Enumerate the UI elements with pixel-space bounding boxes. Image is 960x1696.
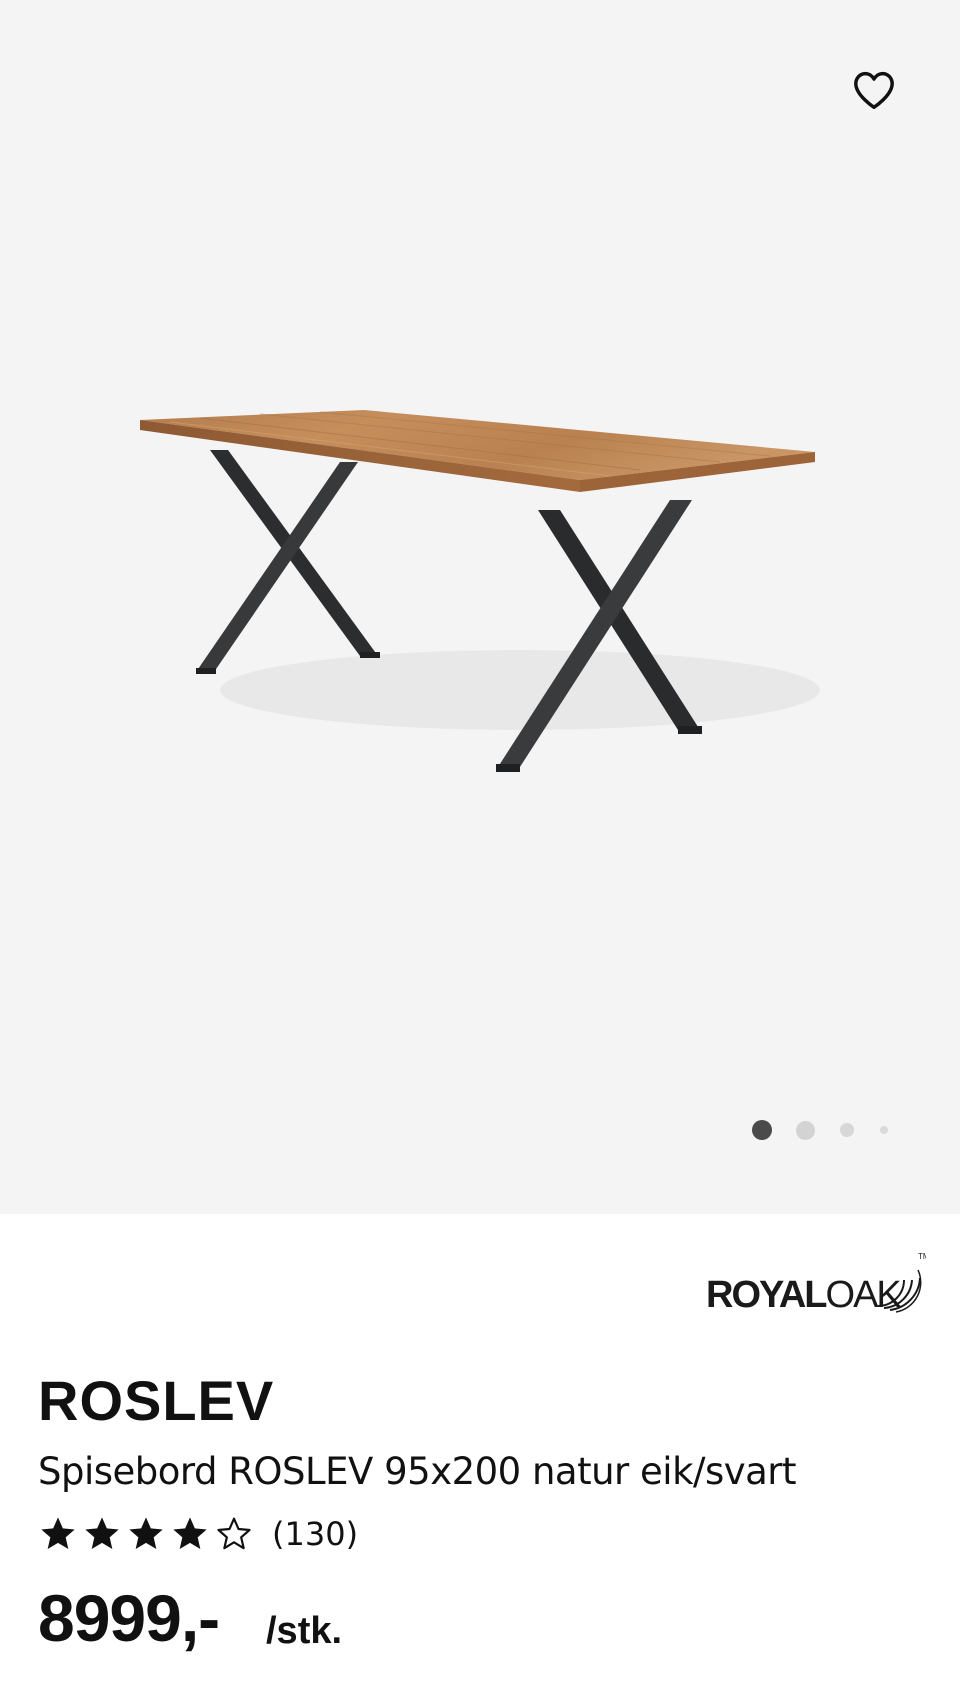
svg-text:TM: TM <box>918 1252 926 1261</box>
brand-logo-arcs-icon: TM <box>877 1252 926 1313</box>
review-count[interactable]: (130) <box>272 1515 358 1553</box>
favorite-button[interactable] <box>846 62 902 118</box>
carousel-dot-active[interactable] <box>752 1120 772 1140</box>
star-empty-icon <box>217 1517 251 1550</box>
price-unit: /stk. <box>266 1610 343 1652</box>
star-filled-icon <box>173 1517 207 1549</box>
brand-logo-text: ROYALOAK <box>706 1274 902 1316</box>
dining-table-image[interactable] <box>140 410 830 790</box>
product-rating[interactable]: (130) <box>38 1512 358 1556</box>
carousel-dot[interactable] <box>880 1126 888 1134</box>
carousel-dot[interactable] <box>840 1123 854 1137</box>
star-filled-icon <box>129 1517 163 1549</box>
product-title: ROSLEV <box>38 1369 275 1432</box>
carousel-indicator[interactable] <box>0 1118 960 1142</box>
star-filled-icon <box>85 1517 119 1549</box>
star-filled-icon <box>41 1517 75 1549</box>
product-image-gallery[interactable] <box>0 0 960 1214</box>
heart-icon <box>854 71 894 110</box>
carousel-dot[interactable] <box>796 1121 815 1140</box>
product-description: Spisebord ROSLEV 95x200 natur eik/svart <box>38 1450 797 1493</box>
product-price: 8999,- <box>38 1581 220 1655</box>
brand-logo: ROYALOAK TM <box>706 1250 926 1320</box>
